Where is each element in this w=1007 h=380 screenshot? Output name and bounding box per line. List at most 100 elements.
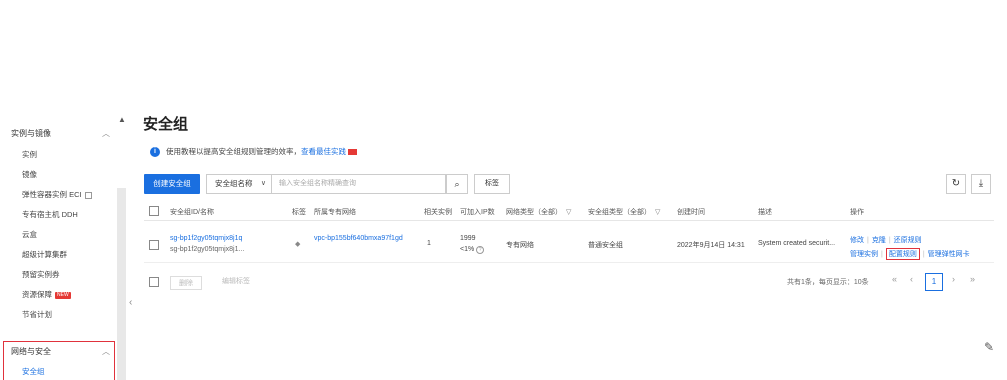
search-input[interactable]: 输入安全组名称精确查询	[272, 174, 446, 194]
sidebar-group-label: 实例与镜像	[11, 129, 51, 138]
table-row: sg-bp1f2gy05tqmjx8j1q sg-bp1f2gy05tqmjx8…	[144, 229, 994, 263]
tag-filter-button[interactable]: 标签	[474, 174, 510, 194]
configure-rules-link[interactable]: 配置规则	[885, 248, 920, 260]
sidebar-item-label: 预留实例券	[22, 270, 60, 279]
ips-usage: <1% ?	[460, 246, 485, 254]
new-badge: NEW	[55, 291, 71, 299]
help-icon[interactable]: ?	[476, 246, 485, 254]
chevron-down-icon: ∨	[260, 180, 266, 187]
info-icon: i	[150, 147, 160, 158]
chevron-up-icon: ︿	[102, 347, 110, 356]
clone-link[interactable]: 克隆	[872, 237, 886, 244]
sidebar-item-label: 弹性容器实例 ECI	[22, 190, 82, 199]
sidebar-item-label: 节省计划	[22, 310, 52, 319]
refresh-icon[interactable]: ↻	[946, 174, 966, 194]
search-field-select[interactable]: 安全组名称 ∨	[206, 174, 272, 194]
chevron-up-icon: ︿	[102, 129, 110, 138]
sidebar-item-label: 镜像	[22, 170, 37, 179]
column-header-vpc: 所属专有网络	[314, 209, 356, 216]
sidebar-item-label: 云盒	[22, 230, 37, 239]
best-practice-link[interactable]: 查看最佳实践	[301, 147, 346, 156]
collapse-sidebar-icon[interactable]: ‹	[129, 297, 132, 308]
footer-select-all-checkbox[interactable]	[149, 277, 159, 287]
download-icon[interactable]: ⤓	[971, 174, 991, 194]
column-header-created: 创建时间	[677, 209, 705, 216]
row-checkbox[interactable]	[149, 240, 159, 250]
restore-rules-link[interactable]: 还原规则	[894, 237, 922, 244]
info-tip: i 使用教程以提高安全组规则管理的效率，查看最佳实践	[150, 146, 357, 158]
sidebar-group-instances[interactable]: 实例与镜像 ︿	[11, 128, 114, 139]
page-title: 安全组	[143, 116, 189, 133]
sidebar-item-security-group[interactable]: 安全组	[22, 366, 45, 377]
sidebar-group-network-security[interactable]: 网络与安全 ︿	[11, 346, 114, 357]
edit-tags-button[interactable]: 编辑标签	[222, 276, 250, 286]
sidebar-scrollbar[interactable]	[117, 188, 126, 380]
hot-badge-icon	[348, 149, 357, 156]
security-group-id-link[interactable]: sg-bp1f2gy05tqmjx8j1q	[170, 235, 242, 242]
last-page-icon[interactable]: »	[970, 274, 975, 284]
pencil-icon[interactable]: ✎	[984, 340, 994, 354]
sidebar-item-label: 专有宿主机 DDH	[22, 210, 78, 219]
network-type: 专有网络	[506, 242, 534, 249]
sidebar-item-eci[interactable]: 弹性容器实例 ECI	[22, 189, 92, 200]
column-header-net-type[interactable]: 网络类型（全部） ▽	[506, 207, 571, 217]
column-header-ips: 可加入IP数	[460, 209, 495, 216]
table-footer: 删除 编辑标签 共有1条，每页显示：10条 « ‹ 1 › »	[144, 273, 994, 293]
current-page[interactable]: 1	[925, 273, 943, 291]
sidebar-item-label: 超级计算集群	[22, 250, 67, 259]
separator: |	[888, 237, 891, 244]
sidebar-item-reserved[interactable]: 预留实例券	[22, 269, 60, 280]
select-value: 安全组名称	[215, 179, 253, 188]
vpc-link[interactable]: vpc-bp155bf640bmxa97f1gd	[314, 235, 403, 242]
create-security-group-button[interactable]: 创建安全组	[144, 174, 200, 194]
ips-total: 1999	[460, 235, 476, 242]
sidebar-item-scc[interactable]: 超级计算集群	[22, 249, 67, 260]
tag-icon[interactable]: ◆	[295, 240, 300, 248]
column-header-label: 安全组类型（全部）	[588, 209, 651, 216]
description: System created securit...	[758, 240, 836, 247]
pagination-info: 共有1条，每页显示：10条	[787, 279, 869, 286]
table-header: 安全组ID/名称 标签 所属专有网络 相关实例 可加入IP数 网络类型（全部） ▽…	[144, 203, 994, 221]
separator: |	[881, 251, 883, 258]
column-header-tag: 标签	[292, 209, 306, 216]
next-page-icon[interactable]: ›	[952, 274, 955, 284]
external-link-icon	[84, 191, 92, 199]
ips-usage-value: <1%	[460, 246, 475, 253]
delete-button[interactable]: 删除	[170, 276, 202, 290]
select-all-checkbox[interactable]	[149, 206, 159, 216]
manage-instances-link[interactable]: 管理实例	[850, 251, 878, 258]
separator: |	[867, 237, 869, 244]
security-group-name: sg-bp1f2gy05tqmjx8j1...	[170, 246, 245, 253]
related-instances-count: 1	[427, 240, 431, 247]
first-page-icon[interactable]: «	[892, 274, 897, 284]
column-header-id: 安全组ID/名称	[170, 209, 214, 216]
filter-icon[interactable]: ▽	[566, 208, 571, 216]
column-header-label: 网络类型（全部）	[506, 209, 562, 216]
column-header-ops: 操作	[850, 209, 864, 216]
column-header-sg-type[interactable]: 安全组类型（全部） ▽	[588, 207, 660, 217]
sidebar-item-label: 安全组	[22, 367, 45, 376]
sidebar-item-images[interactable]: 镜像	[22, 169, 37, 180]
separator: |	[922, 251, 925, 258]
sidebar-item-label: 资源保障	[22, 290, 52, 299]
row-actions: 修改 | 克隆 | 还原规则 管理实例 | 配置规则 | 管理弹性网卡	[850, 235, 970, 260]
created-time: 2022年9月14日 14:31	[677, 242, 745, 249]
column-header-instances: 相关实例	[424, 209, 452, 216]
sidebar-item-label: 实例	[22, 150, 37, 159]
manage-eni-link[interactable]: 管理弹性网卡	[928, 251, 970, 258]
sidebar-item-ddh[interactable]: 专有宿主机 DDH	[22, 209, 78, 220]
security-group-type: 普通安全组	[588, 242, 623, 249]
scroll-up-arrow-icon[interactable]: ▲	[118, 115, 126, 125]
search-icon[interactable]: ⌕	[446, 174, 468, 194]
sidebar: 实例与镜像 ︿ 实例 镜像 弹性容器实例 ECI 专有宿主机 DDH 云盒 超级…	[0, 113, 128, 380]
sidebar-item-cloud-box[interactable]: 云盒	[22, 229, 37, 240]
edit-link[interactable]: 修改	[850, 237, 864, 244]
prev-page-icon[interactable]: ‹	[910, 274, 913, 284]
sidebar-item-savings-plan[interactable]: 节省计划	[22, 309, 52, 320]
filter-icon[interactable]: ▽	[655, 208, 660, 216]
sidebar-item-capacity[interactable]: 资源保障 NEW	[22, 289, 71, 300]
tip-text: 使用教程以提高安全组规则管理的效率，	[166, 147, 301, 156]
column-header-desc: 描述	[758, 209, 772, 216]
sidebar-group-label: 网络与安全	[11, 347, 51, 356]
sidebar-item-instances[interactable]: 实例	[22, 149, 37, 160]
